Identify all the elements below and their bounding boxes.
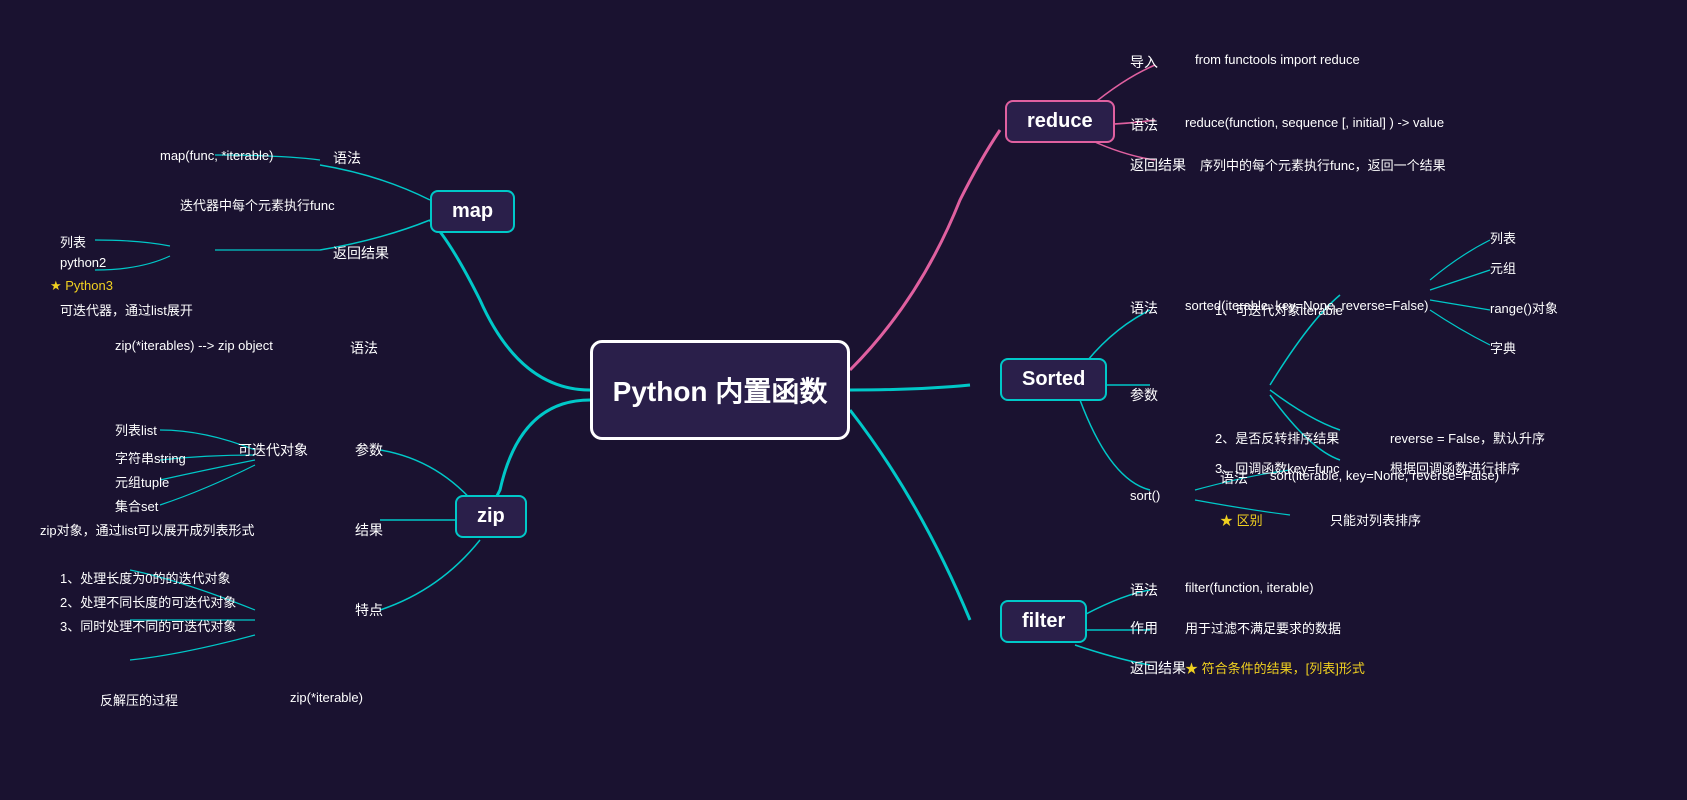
zip-syntax-value: zip(*iterables) --> zip object [115, 338, 273, 353]
zip-feature-label: 特点 [355, 600, 383, 620]
zip-label: zip [477, 505, 505, 528]
zip-iterable-label: 可迭代对象 [238, 440, 308, 460]
sorted-param-label: 参数 [1130, 385, 1158, 405]
zip-syntax-label: 语法 [350, 338, 378, 358]
sorted-p1-range: range()对象 [1490, 298, 1558, 317]
sorted-p2-value: reverse = False，默认升序 [1390, 428, 1545, 447]
sorted-p2-label: 2、是否反转排序结果 [1215, 428, 1339, 447]
sorted-sort-syntax-value: sort(iterable, key=None, reverse=False) [1270, 468, 1499, 483]
reduce-syntax-value: reduce(function, sequence [, initial] ) … [1185, 115, 1444, 130]
sorted-node: Sorted [1000, 358, 1107, 401]
map-python3: ★ Python3 [50, 278, 113, 294]
sorted-diff-label: ★ 区别 [1220, 510, 1263, 529]
zip-set: 集合set [115, 496, 158, 515]
sorted-sort-label: sort() [1130, 488, 1160, 503]
sorted-syntax-label: 语法 [1130, 298, 1158, 318]
zip-f2: 2、处理不同长度的可迭代对象 [60, 592, 236, 611]
zip-f1: 1、处理长度为0的的迭代对象 [60, 568, 230, 587]
map-python2: python2 [60, 255, 106, 270]
sorted-label: Sorted [1022, 368, 1085, 391]
zip-unzip-value: zip(*iterable) [290, 690, 363, 705]
zip-tuple: 元组tuple [115, 472, 169, 491]
zip-f3: 3、同时处理不同的可迭代对象 [60, 616, 236, 635]
sorted-p1-dict: 字典 [1490, 338, 1516, 357]
sorted-p1-label: 1、可迭代对象iterable [1215, 300, 1343, 319]
reduce-return-label: 返回结果 [1130, 155, 1186, 175]
map-syntax-value: map(func, *iterable) [160, 148, 273, 163]
zip-unzip-label: 反解压的过程 [100, 690, 178, 709]
filter-use-value: 用于过滤不满足要求的数据 [1185, 618, 1341, 637]
map-return-label: 返回结果 [333, 243, 389, 263]
map-label: map [452, 200, 493, 223]
sorted-p1-list: 列表 [1490, 228, 1516, 247]
filter-use-label: 作用 [1130, 618, 1158, 638]
filter-syntax-value: filter(function, iterable) [1185, 580, 1314, 595]
reduce-import-value: from functools import reduce [1195, 52, 1360, 67]
filter-return-label: 返回结果 [1130, 658, 1186, 678]
filter-syntax-label: 语法 [1130, 580, 1158, 600]
reduce-label: reduce [1027, 110, 1093, 133]
sorted-p1-tuple: 元组 [1490, 258, 1516, 277]
zip-param-label: 参数 [355, 440, 383, 460]
sorted-diff-value: 只能对列表排序 [1330, 510, 1421, 529]
zip-result-label: 结果 [355, 520, 383, 540]
map-sub1: 迭代器中每个元素执行func [180, 195, 335, 214]
zip-result-value: zip对象，通过list可以展开成列表形式 [40, 520, 255, 539]
map-list-label: 列表 [60, 232, 86, 251]
filter-node: filter [1000, 600, 1087, 643]
map-node: map [430, 190, 515, 233]
zip-list: 列表list [115, 420, 157, 439]
center-label: Python 内置函数 [613, 370, 828, 410]
reduce-syntax-label: 语法 [1130, 115, 1158, 135]
zip-node: zip [455, 495, 527, 538]
reduce-return-value: 序列中的每个元素执行func，返回一个结果 [1200, 155, 1446, 174]
map-syntax-label: 语法 [333, 148, 361, 168]
reduce-node: reduce [1005, 100, 1115, 143]
sorted-sort-syntax-label: 语法 [1220, 468, 1248, 488]
center-node: Python 内置函数 [590, 340, 850, 440]
reduce-import-label: 导入 [1130, 52, 1158, 72]
zip-string: 字符串string [115, 448, 186, 467]
map-return-desc: 可迭代器，通过list展开 [60, 300, 193, 319]
filter-return-value: ★ 符合条件的结果，[列表]形式 [1185, 658, 1365, 677]
filter-label: filter [1022, 610, 1065, 633]
